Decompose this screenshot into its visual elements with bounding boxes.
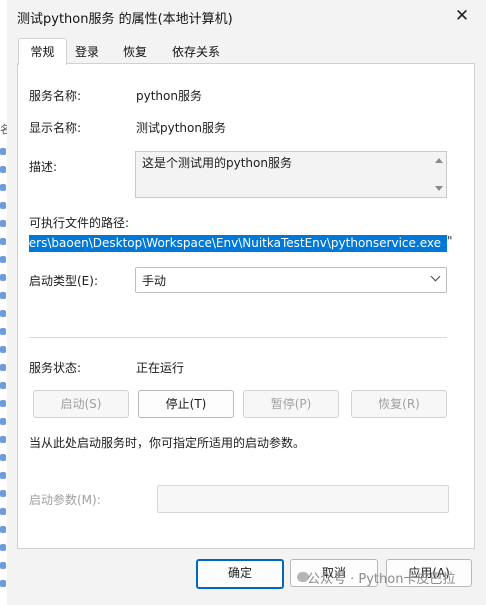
service-icon xyxy=(0,436,6,443)
service-icon xyxy=(0,382,6,389)
tab-logon[interactable]: 登录 xyxy=(67,41,107,63)
service-icon xyxy=(0,310,6,317)
service-icon xyxy=(0,400,6,407)
resume-button[interactable]: 恢复(R) xyxy=(351,390,447,418)
service-icon xyxy=(0,220,6,227)
service-icon xyxy=(0,508,6,515)
tab-general[interactable]: 常规 xyxy=(18,38,67,65)
startup-type-select[interactable]: 手动 xyxy=(135,267,447,293)
description-textbox[interactable]: 这是个测试用的python服务 xyxy=(135,151,447,198)
service-icon xyxy=(0,346,6,353)
service-icon xyxy=(0,526,6,533)
close-button[interactable]: ✕ xyxy=(449,3,475,29)
start-params-input[interactable] xyxy=(157,485,449,513)
start-params-hint: 当从此处启动服务时，你可指定所适用的启动参数。 xyxy=(29,436,306,450)
window-title: 测试python服务 的属性(本地计算机) xyxy=(17,12,233,27)
executable-path-text: C:\Users\baoen\Desktop\Workspace\Env\Nui… xyxy=(29,236,441,250)
executable-path-field[interactable]: C:\Users\baoen\Desktop\Workspace\Env\Nui… xyxy=(29,235,447,252)
service-properties-dialog: 测试python服务 的属性(本地计算机) ✕ 常规 登录 恢复 依存关系 服务… xyxy=(7,0,486,605)
general-tab-panel xyxy=(17,63,475,549)
title-bar[interactable]: 测试python服务 的属性(本地计算机) ✕ xyxy=(7,0,486,32)
service-name-value: python服务 xyxy=(136,89,202,103)
startup-type-label: 启动类型(E): xyxy=(29,274,98,288)
service-status-value: 正在运行 xyxy=(136,361,185,375)
service-icon xyxy=(0,454,6,461)
service-icon xyxy=(0,562,6,569)
tab-recovery[interactable]: 恢复 xyxy=(115,41,155,63)
startup-type-value: 手动 xyxy=(142,274,167,288)
path-label: 可执行文件的路径: xyxy=(29,216,130,230)
service-icon xyxy=(0,364,6,371)
service-status-label: 服务状态: xyxy=(29,361,82,375)
service-icon xyxy=(0,418,6,425)
background-column-header: 名 xyxy=(0,123,7,136)
watermark-text: 公众号 · Python卡皮巴拉 xyxy=(307,572,456,587)
service-icon xyxy=(0,328,6,335)
scroll-up-icon[interactable] xyxy=(435,158,443,163)
service-icon xyxy=(0,148,6,155)
display-name-label: 显示名称: xyxy=(29,121,82,135)
tab-dependencies[interactable]: 依存关系 xyxy=(163,41,229,63)
description-label: 描述: xyxy=(29,160,58,174)
pause-button[interactable]: 暂停(P) xyxy=(243,390,339,418)
service-icon xyxy=(0,166,6,173)
service-icon xyxy=(0,256,6,263)
chevron-down-icon xyxy=(430,271,441,282)
service-icon xyxy=(0,580,6,587)
description-text: 这是个测试用的python服务 xyxy=(142,156,292,170)
service-icon xyxy=(0,292,6,299)
ok-button[interactable]: 确定 xyxy=(196,559,284,589)
stop-button[interactable]: 停止(T) xyxy=(138,390,234,418)
service-icon xyxy=(0,184,6,191)
service-icon xyxy=(0,472,6,479)
service-name-label: 服务名称: xyxy=(29,89,82,103)
service-icon xyxy=(0,490,6,497)
path-trailing-quote: " xyxy=(447,234,453,248)
service-icon xyxy=(0,544,6,551)
section-divider xyxy=(29,337,447,338)
display-name-value: 测试python服务 xyxy=(136,121,226,135)
service-icon xyxy=(0,238,6,245)
start-params-label: 启动参数(M): xyxy=(29,493,101,507)
description-scrollbar[interactable] xyxy=(432,152,446,197)
scroll-down-icon[interactable] xyxy=(435,186,443,191)
service-icon xyxy=(0,202,6,209)
service-icon xyxy=(0,274,6,281)
start-button[interactable]: 启动(S) xyxy=(33,390,129,418)
